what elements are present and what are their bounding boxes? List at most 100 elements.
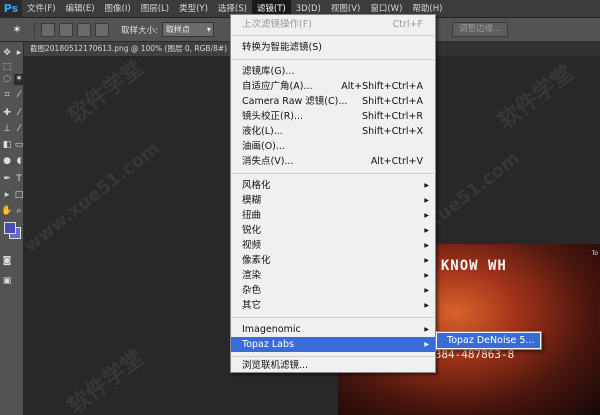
menu-camera-raw[interactable]: Camera Raw 滤镜(C)... Shift+Ctrl+A: [231, 94, 435, 109]
submenu-arrow-icon: ▶: [424, 212, 429, 219]
menu-blur[interactable]: 模糊 ▶: [231, 193, 435, 208]
refine-edge-button[interactable]: 调整边缘...: [452, 22, 509, 37]
menu-item-label: Camera Raw 滤镜(C)...: [242, 96, 348, 107]
menu-item-label: 消失点(V)...: [242, 156, 294, 167]
move-tool-icon[interactable]: ✥: [2, 48, 13, 59]
menu-item-label: 滤镜库(G)...: [242, 66, 295, 77]
menu-item-label: Imagenomic: [242, 324, 301, 335]
magic-wand-tool-icon[interactable]: ✶: [13, 74, 25, 85]
menu-oil-paint[interactable]: 油画(O)...: [231, 139, 435, 154]
pen-tool-icon[interactable]: ✒: [2, 174, 13, 185]
submenu-arrow-icon: ▶: [424, 302, 429, 309]
spot-healing-tool-icon[interactable]: ✚: [2, 108, 13, 119]
zoom-tool-icon[interactable]: ⌕: [14, 206, 25, 217]
submenu-arrow-icon: ▶: [424, 182, 429, 189]
menu-divider: [232, 356, 434, 357]
menu-divider: [232, 317, 434, 318]
menu-image[interactable]: 图像(I): [100, 0, 136, 18]
submenu-arrow-icon: ▶: [424, 227, 429, 234]
artboard-tool-icon[interactable]: ▸: [14, 48, 25, 59]
clone-stamp-tool-icon[interactable]: ⊥: [2, 124, 13, 135]
dodge-tool-icon[interactable]: ◖: [14, 156, 25, 167]
menu-edit[interactable]: 编辑(E): [61, 0, 100, 18]
hand-tool-icon[interactable]: ✋: [1, 206, 12, 217]
menu-lens-correction[interactable]: 镜头校正(R)... Shift+Ctrl+R: [231, 109, 435, 124]
menu-last-filter[interactable]: 上次滤镜操作(F) Ctrl+F: [231, 17, 435, 32]
menu-item-label: 风格化: [242, 180, 271, 191]
document-tab[interactable]: 截图20180512170613.png @ 100% (图层 0, RGB/8…: [24, 42, 234, 56]
menu-sharpen[interactable]: 锐化 ▶: [231, 223, 435, 238]
menu-item-shortcut: Ctrl+F: [392, 19, 423, 30]
add-to-selection-icon[interactable]: [59, 22, 73, 37]
menu-pixelate[interactable]: 像素化 ▶: [231, 253, 435, 268]
menu-item-label: Topaz Labs: [242, 339, 294, 350]
screen-mode-icon[interactable]: ▣: [2, 276, 13, 287]
menu-layer[interactable]: 图层(L): [136, 0, 174, 18]
menu-convert-smart-filters[interactable]: 转换为智能滤镜(S): [231, 40, 435, 55]
intersect-selection-icon[interactable]: [95, 22, 109, 37]
filter-menu-dropdown: 上次滤镜操作(F) Ctrl+F 转换为智能滤镜(S) 滤镜库(G)... 自适…: [230, 14, 436, 373]
menu-liquify[interactable]: 液化(L)... Shift+Ctrl+X: [231, 124, 435, 139]
eraser-tool-icon[interactable]: ◧: [2, 140, 13, 151]
gradient-tool-icon[interactable]: ▭: [14, 140, 25, 151]
menu-adaptive-wide-angle[interactable]: 自适应广角(A)... Alt+Shift+Ctrl+A: [231, 79, 435, 94]
menu-item-label: 锐化: [242, 225, 262, 236]
menu-item-label: 油画(O)...: [242, 141, 285, 152]
menu-other[interactable]: 其它 ▶: [231, 298, 435, 313]
eyedropper-tool-icon[interactable]: ⁄: [14, 90, 25, 101]
sample-size-select[interactable]: 取样点: [161, 22, 214, 37]
menu-item-label: 视频: [242, 240, 262, 251]
path-selection-tool-icon[interactable]: ▸: [2, 190, 13, 201]
menu-item-label: 像素化: [242, 255, 271, 266]
menu-topaz-denoise[interactable]: Topaz DeNoise 5...: [437, 333, 540, 348]
menu-divider: [232, 35, 434, 36]
menu-noise[interactable]: 杂色 ▶: [231, 283, 435, 298]
menu-item-label: 其它: [242, 300, 262, 311]
topaz-labs-submenu: Topaz DeNoise 5...: [435, 331, 542, 350]
menu-divider: [232, 173, 434, 174]
type-tool-icon[interactable]: T: [14, 174, 25, 185]
photoshop-logo-icon: Ps: [0, 0, 22, 18]
submenu-arrow-icon: ▶: [424, 197, 429, 204]
tools-panel: ✥ ▸ ⬚ ◌ ✶ ⌗ ⁄ ✚ ⁄ ⊥ ⁄ ◧ ▭ ● ◖ ✒ T ▸ □ ✋ …: [0, 42, 25, 415]
crop-tool-icon[interactable]: ⌗: [2, 90, 13, 101]
submenu-arrow-icon: ▶: [424, 287, 429, 294]
menu-file[interactable]: 文件(F): [22, 0, 61, 18]
submenu-arrow-icon: ▶: [424, 257, 429, 264]
menu-stylize[interactable]: 风格化 ▶: [231, 178, 435, 193]
menu-item-label: 模糊: [242, 195, 262, 206]
foreground-color-swatch[interactable]: [4, 222, 16, 234]
menu-video[interactable]: 视频 ▶: [231, 238, 435, 253]
menu-item-shortcut: Alt+Ctrl+V: [370, 156, 423, 167]
divider: [34, 21, 35, 38]
menu-distort[interactable]: 扭曲 ▶: [231, 208, 435, 223]
menu-vanishing-point[interactable]: 消失点(V)... Alt+Ctrl+V: [231, 154, 435, 169]
sample-size-label: 取样大小:: [121, 25, 158, 36]
menu-item-label: 杂色: [242, 285, 262, 296]
quick-mask-icon[interactable]: ◙: [2, 256, 13, 267]
menu-item-label: 自适应广角(A)...: [242, 81, 313, 92]
blur-tool-icon[interactable]: ●: [2, 156, 13, 167]
history-brush-tool-icon[interactable]: ⁄: [14, 124, 25, 135]
menu-filter-gallery[interactable]: 滤镜库(G)...: [231, 64, 435, 79]
new-selection-icon[interactable]: [41, 22, 55, 37]
menu-type[interactable]: 类型(Y): [174, 0, 213, 18]
brush-tool-icon[interactable]: ⁄: [14, 108, 25, 119]
menu-item-shortcut: Shift+Ctrl+R: [361, 111, 423, 122]
menu-imagenomic[interactable]: Imagenomic ▶: [231, 322, 435, 337]
rectangle-tool-icon[interactable]: □: [14, 190, 25, 201]
quick-selection-icon[interactable]: ✶: [6, 22, 28, 38]
submenu-arrow-icon: ▶: [424, 272, 429, 279]
menu-render[interactable]: 渲染 ▶: [231, 268, 435, 283]
menu-item-label: 扭曲: [242, 210, 262, 221]
menu-browse-filters-online[interactable]: 浏览联机滤镜...: [231, 358, 435, 373]
lasso-tool-icon[interactable]: ◌: [2, 74, 13, 85]
menu-item-label: 上次滤镜操作(F): [242, 19, 312, 30]
document-small-text: To: [591, 250, 598, 257]
menu-item-shortcut: Alt+Shift+Ctrl+A: [341, 81, 423, 92]
subtract-from-selection-icon[interactable]: [77, 22, 91, 37]
menu-topaz-labs[interactable]: Topaz Labs ▶: [231, 337, 435, 352]
menu-divider: [232, 59, 434, 60]
marquee-tool-icon[interactable]: ⬚: [2, 62, 13, 73]
submenu-arrow-icon: ▶: [424, 341, 429, 348]
